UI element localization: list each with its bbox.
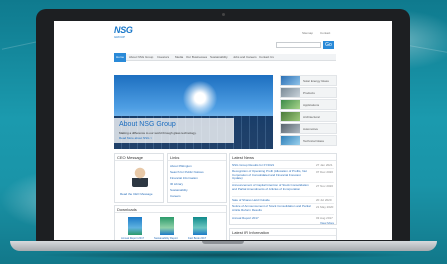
hero-title: About NSG Group bbox=[119, 121, 176, 128]
laptop-lid: NSG GROUP Sitemap Contact Go Home About … bbox=[36, 9, 410, 242]
panel-header: CEO Message bbox=[115, 154, 163, 161]
news-title: Latest News bbox=[232, 155, 255, 160]
ceo-title: CEO Message bbox=[117, 155, 144, 160]
top-link-contact[interactable]: Contact bbox=[320, 31, 330, 35]
thumb-image bbox=[281, 88, 300, 97]
thumb-image bbox=[281, 124, 300, 133]
main-nav: Home About NSG Group Investors Media Our… bbox=[114, 53, 336, 62]
thumb-image bbox=[281, 76, 300, 85]
news-item[interactable]: NSG Group Results for FY2021 bbox=[232, 163, 274, 167]
promo-thumb-products[interactable]: Products bbox=[280, 87, 337, 98]
links-item[interactable]: IR Library bbox=[170, 182, 183, 186]
thumb-image bbox=[281, 100, 300, 109]
search-input[interactable] bbox=[276, 42, 321, 48]
links-item[interactable]: About Pilkington bbox=[170, 164, 192, 168]
divider bbox=[232, 203, 334, 204]
sun-graphic bbox=[183, 81, 217, 115]
news-item[interactable]: Annual Report 2017 bbox=[232, 216, 259, 220]
news-item[interactable]: Recognition of Operating Profit (Allocat… bbox=[232, 170, 312, 181]
divider bbox=[232, 196, 334, 197]
news-item[interactable]: Sale of Shares Held Outside bbox=[232, 198, 270, 202]
nav-item-sustainability[interactable]: Sustainability bbox=[210, 55, 228, 59]
nav-item-jobs[interactable]: Jobs and Careers bbox=[233, 55, 257, 59]
hero-banner[interactable]: About NSG Group Making a difference to o… bbox=[114, 75, 273, 149]
divider bbox=[232, 214, 334, 215]
news-date: 03 Aug 2017 bbox=[316, 216, 333, 220]
thumb-label: Architectural bbox=[303, 115, 320, 119]
panel-header: Links bbox=[168, 154, 226, 161]
divider bbox=[232, 182, 334, 183]
laptop-base bbox=[10, 241, 437, 251]
panel-header: Downloads bbox=[115, 206, 226, 213]
download-label[interactable]: Sustainability Report bbox=[154, 237, 178, 240]
top-link-sitemap[interactable]: Sitemap bbox=[302, 31, 313, 35]
ir-title: Latest IR Information bbox=[232, 230, 270, 235]
hero-text: Making a difference to our world through… bbox=[119, 131, 197, 135]
camera-icon bbox=[222, 13, 225, 16]
nav-item-contact[interactable]: Contact Us bbox=[259, 55, 274, 59]
links-item[interactable]: Sustainability bbox=[170, 188, 188, 192]
promo-thumb-automotive[interactable]: Automotive bbox=[280, 123, 337, 134]
thumb-label: Products bbox=[303, 91, 315, 95]
laptop-screen: NSG GROUP Sitemap Contact Go Home About … bbox=[54, 21, 392, 240]
links-panel: Links About Pilkington Search for Public… bbox=[167, 153, 227, 203]
links-title: Links bbox=[170, 155, 180, 160]
nav-item-home[interactable]: Home bbox=[114, 53, 126, 62]
thumb-label: Applications bbox=[303, 103, 320, 107]
download-cover-fact-book[interactable] bbox=[193, 217, 207, 235]
links-item[interactable]: Search for Public Notices bbox=[170, 170, 204, 174]
news-date: 27 Jan 2021 bbox=[316, 163, 333, 167]
news-item[interactable]: Announcement of Capital Intention of Sto… bbox=[232, 184, 312, 195]
download-cover-sustainability[interactable] bbox=[160, 217, 174, 235]
links-item[interactable]: Careers bbox=[170, 194, 181, 198]
laptop-shadow bbox=[30, 251, 417, 259]
nav-item-investors[interactable]: Investors bbox=[157, 55, 169, 59]
thumb-image bbox=[281, 136, 300, 145]
panel-header: Latest News bbox=[230, 154, 336, 161]
hero-caption: About NSG Group Making a difference to o… bbox=[114, 118, 234, 143]
ceo-photo bbox=[132, 167, 148, 187]
download-cover-annual-report[interactable] bbox=[128, 217, 142, 235]
search-button[interactable]: Go bbox=[323, 41, 334, 49]
news-view-more-link[interactable]: View More bbox=[320, 221, 334, 225]
downloads-panel: Downloads Annual Report 2017 Sustainabil… bbox=[114, 205, 227, 240]
site-logo[interactable]: NSG GROUP bbox=[114, 25, 144, 43]
logo-subtext: GROUP bbox=[114, 35, 126, 39]
nav-item-about[interactable]: About NSG Group bbox=[129, 55, 153, 59]
promo-thumb-technical[interactable]: Technical Glass bbox=[280, 135, 337, 146]
download-label[interactable]: Fact Book 2017 bbox=[188, 237, 206, 240]
thumb-label: Automotive bbox=[303, 127, 319, 131]
nav-item-media[interactable]: Media bbox=[175, 55, 183, 59]
promo-thumb-solar[interactable]: Solar Energy Glass bbox=[280, 75, 337, 86]
hero-link[interactable]: Read More about NSG > bbox=[119, 136, 152, 140]
divider bbox=[232, 168, 334, 169]
ceo-message-panel: CEO Message Read the CEO Message bbox=[114, 153, 164, 203]
download-label[interactable]: Annual Report 2017 bbox=[121, 237, 144, 240]
downloads-title: Downloads bbox=[117, 207, 137, 212]
promo-thumb-architectural[interactable]: Architectural bbox=[280, 111, 337, 122]
news-date: 07 Dec 2020 bbox=[316, 170, 334, 174]
nav-item-businesses[interactable]: Our Businesses bbox=[186, 55, 207, 59]
thumb-image bbox=[281, 112, 300, 121]
news-item[interactable]: Notice of Announcement of Stock Consolid… bbox=[232, 205, 312, 213]
ceo-link[interactable]: Read the CEO Message bbox=[120, 192, 153, 196]
news-date: 20 Jul 2020 bbox=[316, 198, 332, 202]
panel-header: Latest IR Information bbox=[230, 229, 336, 236]
thumb-label: Solar Energy Glass bbox=[303, 79, 329, 83]
links-item[interactable]: Financial Information bbox=[170, 176, 198, 180]
news-date: 27 Nov 2020 bbox=[316, 184, 334, 188]
thumb-label: Technical Glass bbox=[303, 139, 325, 143]
laptop-notch bbox=[202, 241, 244, 244]
news-date: 21 May 2020 bbox=[316, 205, 334, 209]
latest-news-panel: Latest News NSG Group Results for FY2021… bbox=[229, 153, 337, 225]
ir-information-panel: Latest IR Information bbox=[229, 228, 337, 240]
logo-text: NSG bbox=[114, 25, 133, 35]
promo-thumb-applications[interactable]: Applications bbox=[280, 99, 337, 110]
